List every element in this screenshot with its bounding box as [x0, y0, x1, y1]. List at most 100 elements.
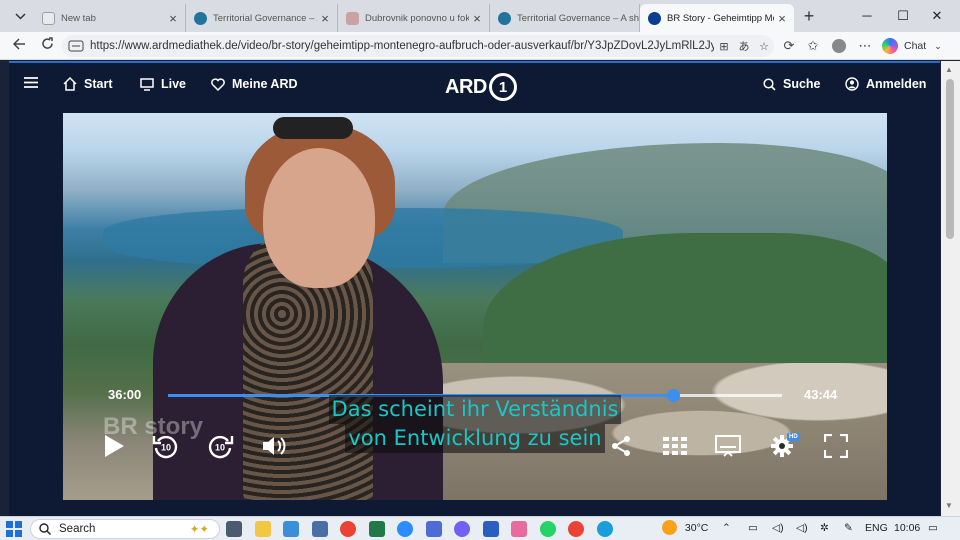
- windows-start-icon[interactable]: [6, 521, 22, 537]
- page-scrollbar[interactable]: ▲ ▼: [941, 61, 960, 516]
- notifications-icon[interactable]: ▭: [928, 522, 938, 534]
- tab-new-tab[interactable]: New tab ×: [34, 4, 186, 32]
- total-time: 43:44: [804, 387, 838, 402]
- address-bar[interactable]: https://www.ardmediathek.de/video/br-sto…: [62, 35, 774, 57]
- nav-start[interactable]: Start: [63, 77, 112, 91]
- site-icon: [346, 11, 359, 25]
- site-info-icon[interactable]: [68, 39, 84, 53]
- forward-10-label: 10: [215, 443, 225, 453]
- nav-login-label: Anmelden: [866, 77, 927, 91]
- volume-button[interactable]: [257, 429, 291, 463]
- back-button[interactable]: [8, 36, 30, 56]
- ard-mediathek-page: Start Live Meine ARD ARD 1 Suche Anmelde…: [9, 61, 940, 516]
- taskbar-excel-icon[interactable]: [368, 521, 385, 537]
- taskbar-app-blue-icon[interactable]: [283, 521, 299, 537]
- close-icon[interactable]: ×: [317, 11, 333, 26]
- minimize-button[interactable]: ─: [852, 6, 882, 26]
- reload-button[interactable]: [36, 36, 58, 56]
- taskbar-whatsapp-icon[interactable]: [539, 521, 556, 537]
- pen-icon[interactable]: ✎: [844, 522, 853, 534]
- chevron-up-icon[interactable]: ⌃: [722, 522, 731, 534]
- profile-avatar[interactable]: [828, 36, 850, 56]
- tab-list-dropdown[interactable]: [8, 5, 32, 27]
- forward-10-icon: 10: [208, 435, 234, 459]
- tab-title: Dubrovnik ponovno u fokusu: [365, 12, 469, 24]
- chevron-down-icon: ⌄: [934, 40, 942, 51]
- tab-territorial-governance-1[interactable]: Territorial Governance – A s ×: [186, 4, 338, 32]
- subtitles-icon: [715, 435, 741, 457]
- nav-live[interactable]: Live: [140, 77, 186, 91]
- taskbar-chrome-2-icon[interactable]: [568, 521, 584, 537]
- tv-icon: [140, 77, 154, 91]
- nav-live-label: Live: [161, 77, 187, 91]
- ard-icon: [648, 11, 661, 25]
- taskbar-zoom-icon[interactable]: [397, 521, 413, 537]
- close-icon[interactable]: ×: [774, 11, 790, 26]
- weather-widget[interactable]: 30°C: [662, 520, 708, 535]
- sun-icon: [662, 520, 677, 535]
- sparkle-icon: ✦✦: [189, 524, 209, 536]
- speaker-muted-icon[interactable]: ◁): [796, 522, 808, 534]
- heart-icon: [211, 77, 225, 91]
- nav-login[interactable]: Anmelden: [845, 77, 926, 91]
- subtitles-button[interactable]: [711, 429, 745, 463]
- taskbar-viber-icon[interactable]: [454, 521, 470, 537]
- more-options-icon[interactable]: ⋯: [854, 36, 876, 56]
- apps-icon[interactable]: ⊞: [714, 40, 734, 53]
- share-button[interactable]: [604, 429, 638, 463]
- nav-meine-ard[interactable]: Meine ARD: [211, 77, 298, 91]
- share-icon: [612, 436, 630, 456]
- forward-10-button[interactable]: 10: [203, 429, 237, 463]
- ard-logo-text: ARD: [445, 75, 487, 98]
- weather-temp: 30°C: [684, 521, 709, 534]
- fullscreen-button[interactable]: [819, 429, 853, 463]
- extensions-icon[interactable]: ⟳: [778, 36, 800, 56]
- app-tray-icon[interactable]: ✲: [820, 522, 829, 534]
- speaker-icon[interactable]: ◁): [772, 522, 784, 534]
- taskbar-calculator-icon[interactable]: [311, 521, 328, 537]
- taskbar-chrome-icon[interactable]: [340, 521, 356, 537]
- close-icon[interactable]: ×: [165, 11, 181, 26]
- wordpress-icon: [498, 11, 511, 25]
- taskbar-word-icon[interactable]: [482, 521, 499, 537]
- clock[interactable]: 10:06: [894, 522, 920, 534]
- player-controls: 36:00 43:44 Das scheint ihr Verständnis …: [63, 113, 887, 500]
- nav-meine-ard-label: Meine ARD: [232, 77, 298, 91]
- taskbar-calendar-icon[interactable]: [425, 521, 442, 537]
- tab-title: New tab: [61, 12, 96, 24]
- play-button[interactable]: [97, 429, 131, 463]
- taskbar-file-explorer-icon[interactable]: [254, 521, 271, 537]
- url-text: https://www.ardmediathek.de/video/br-sto…: [90, 40, 714, 52]
- maximize-button[interactable]: ☐: [888, 6, 918, 26]
- search-icon: [763, 77, 776, 91]
- close-icon[interactable]: ×: [469, 11, 485, 26]
- close-window-button[interactable]: ✕: [922, 6, 952, 26]
- scrollbar-thumb[interactable]: [946, 79, 954, 239]
- current-time: 36:00: [108, 387, 142, 402]
- taskbar-search[interactable]: Search ✦✦: [30, 519, 220, 539]
- tab-dubrovnik[interactable]: Dubrovnik ponovno u fokusu ×: [338, 4, 490, 32]
- ard-logo[interactable]: ARD 1: [445, 73, 517, 101]
- chat-label: Chat: [904, 40, 927, 52]
- favorite-star-icon[interactable]: ☆: [754, 40, 774, 53]
- language-indicator[interactable]: ENG: [865, 522, 888, 534]
- new-tab-button[interactable]: +: [798, 6, 820, 26]
- nav-search[interactable]: Suche: [763, 77, 821, 91]
- video-player[interactable]: BR story 36:00 43:44 Das scheint ihr Ver…: [63, 113, 887, 500]
- scroll-down-icon[interactable]: ▼: [945, 501, 953, 510]
- tab-br-story[interactable]: BR Story - Geheimtipp Mon ×: [640, 4, 794, 32]
- tab-territorial-governance-2[interactable]: Territorial Governance – A sh: [490, 4, 640, 32]
- menu-button[interactable]: [24, 77, 45, 88]
- scroll-up-icon[interactable]: ▲: [945, 65, 953, 74]
- favorites-icon[interactable]: ✩: [802, 36, 824, 56]
- network-icon[interactable]: ▭: [748, 522, 758, 534]
- taskbar-paint-icon[interactable]: [511, 521, 527, 537]
- translate-icon[interactable]: あ: [734, 38, 754, 54]
- taskbar-task-view-icon[interactable]: [226, 521, 242, 537]
- copilot-chat-button[interactable]: Chat ⌄: [882, 36, 942, 56]
- rewind-10-button[interactable]: 10: [149, 429, 183, 463]
- taskbar-edge-icon[interactable]: [596, 521, 613, 537]
- nav-start-label: Start: [84, 77, 113, 91]
- fullscreen-icon: [824, 434, 848, 458]
- episodes-grid-button[interactable]: [658, 429, 692, 463]
